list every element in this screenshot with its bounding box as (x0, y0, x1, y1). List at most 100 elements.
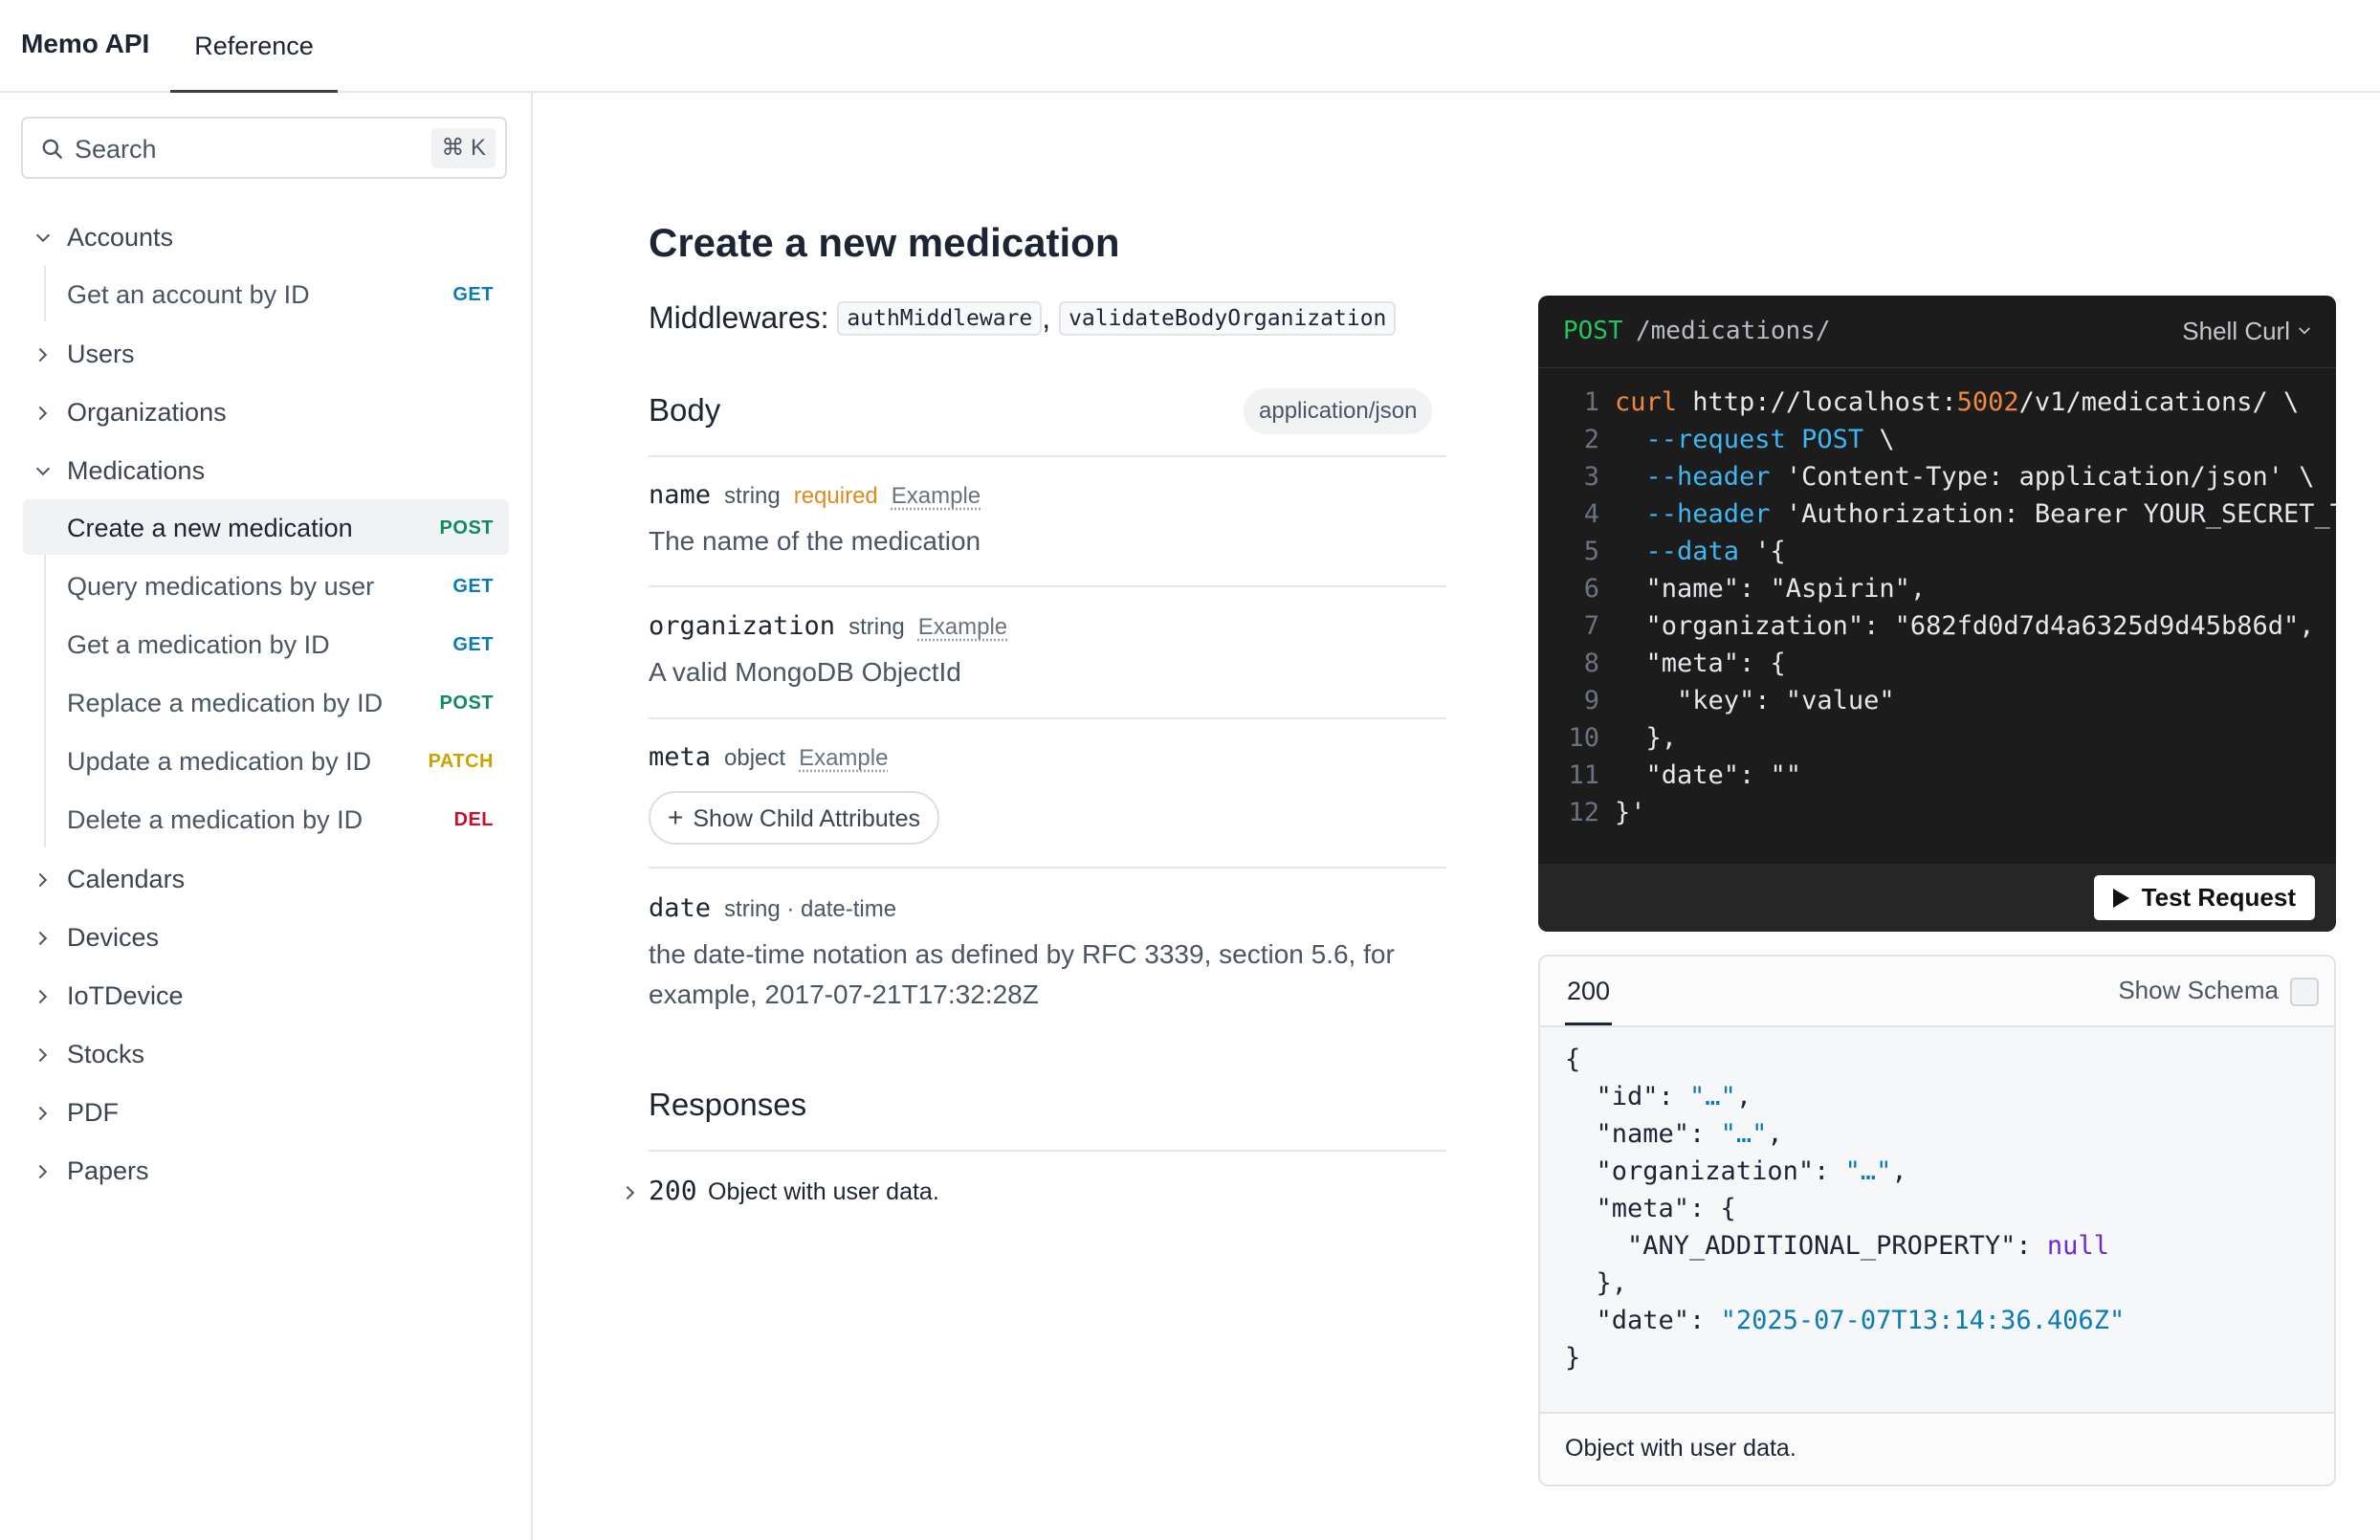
sidebar-item-get-account[interactable]: Get an account by ID GET (23, 266, 509, 321)
sidebar-item-create-medication[interactable]: Create a new medication POST (23, 499, 509, 555)
tab-status-200[interactable]: 200 (1565, 957, 1613, 1025)
response-description: Object with user data. (708, 1178, 939, 1205)
param-key: date (649, 893, 712, 923)
json-line: }, (1565, 1265, 1628, 1302)
response-panel-footer: Object with user data. (1540, 1412, 2334, 1485)
code-token: '{ (1739, 537, 1786, 566)
method-badge: GET (452, 576, 494, 597)
sidebar-group-label: Users (67, 340, 135, 368)
json-line: "date": "2025-07-07T13:14:36.406Z" (1565, 1302, 2126, 1339)
code-token: POST (1785, 425, 1864, 454)
code-token: "meta": { (1615, 649, 1786, 678)
code-token: 5002 (1956, 387, 2019, 417)
sidebar-item-query-medications[interactable]: Query medications by user GET (23, 558, 509, 613)
sidebar-group-devices[interactable]: Devices (29, 913, 517, 961)
request-panel-footer: Test Request (1538, 864, 2336, 932)
json-line: "name": "…", (1565, 1115, 1783, 1153)
json-token: "meta": { (1565, 1194, 1736, 1223)
json-token: "…" (1720, 1119, 1768, 1149)
param-description: The name of the medication (649, 526, 981, 556)
plus-icon: + (668, 803, 684, 832)
search-input[interactable]: Search ⌘ K (21, 117, 507, 179)
divider (649, 585, 1446, 587)
sidebar-group-papers[interactable]: Papers (29, 1147, 517, 1195)
sidebar-group-label: Papers (67, 1156, 149, 1185)
sidebar-item-replace-medication[interactable]: Replace a medication by ID POST (23, 674, 509, 730)
response-panel-header: 200 Show Schema (1540, 957, 2334, 1027)
sidebar-group-iotdevice[interactable]: IoTDevice (29, 972, 517, 1020)
sidebar-group-label: Devices (67, 923, 160, 952)
example-link[interactable]: Example (918, 614, 1007, 640)
page-title: Create a new medication (649, 220, 1120, 265)
line-number: 2 (1583, 425, 1599, 454)
json-token: { (1565, 1045, 1581, 1074)
chevron-right-icon (38, 872, 48, 888)
sidebar-group-users[interactable]: Users (29, 330, 517, 378)
param-organization: organization string Example A valid MongoD… (649, 611, 1446, 693)
sidebar-item-update-medication[interactable]: Update a medication by ID PATCH (23, 733, 509, 788)
middleware-chip: authMiddleware (837, 301, 1043, 336)
language-select[interactable]: Shell Curl (2182, 317, 2313, 346)
search-placeholder: Search (75, 135, 157, 164)
line-number: 1 (1583, 387, 1599, 417)
chevron-right-icon (38, 931, 48, 946)
sidebar-group-organizations[interactable]: Organizations (29, 388, 517, 436)
show-schema-checkbox[interactable] (2290, 978, 2319, 1006)
top-bar: Memo API Reference (0, 0, 2380, 93)
sidebar-group-stocks[interactable]: Stocks (29, 1030, 517, 1078)
responses-section-title: Responses (649, 1087, 807, 1122)
button-label: Test Request (2141, 883, 2296, 912)
example-link[interactable]: Example (799, 745, 888, 771)
sidebar-group-calendars[interactable]: Calendars (29, 855, 517, 903)
sidebar-group-label: Medications (67, 456, 206, 485)
required-badge: required (793, 483, 878, 509)
json-line: "ANY_ADDITIONAL_PROPERTY": null (1565, 1227, 2109, 1265)
chevron-right-icon (38, 1164, 48, 1179)
test-request-button[interactable]: Test Request (2093, 875, 2315, 920)
json-token: "ANY_ADDITIONAL_PROPERTY": (1565, 1231, 2047, 1261)
sidebar-item-get-medication[interactable]: Get a medication by ID GET (23, 616, 509, 671)
middleware-chip: validateBodyOrganization (1059, 301, 1397, 336)
json-token: , (1891, 1156, 1907, 1186)
play-icon (2112, 889, 2129, 908)
json-token: }, (1565, 1268, 1628, 1298)
sidebar-group-medications[interactable]: Medications (29, 447, 517, 495)
sidebar-item-delete-medication[interactable]: Delete a medication by ID DEL (23, 791, 509, 847)
json-line: { (1565, 1041, 1580, 1078)
json-token: "…" (1689, 1082, 1736, 1111)
method-badge: PATCH (428, 751, 494, 772)
code-token: }, (1615, 723, 1678, 753)
param-type: object (724, 745, 786, 771)
sidebar-group-label: Accounts (67, 223, 174, 252)
line-number: 6 (1583, 574, 1599, 604)
sidebar-item-label: Create a new medication (67, 514, 353, 542)
brand-title: Memo API (21, 29, 150, 58)
show-schema-label[interactable]: Show Schema (2118, 976, 2279, 1005)
divider (649, 867, 1446, 869)
request-path: /medications/ (1636, 317, 1831, 345)
param-name: name string required Example The name of th… (649, 480, 1446, 561)
line-number: 5 (1583, 537, 1599, 566)
param-description: the date-time notation as defined by RFC… (649, 939, 1395, 1009)
response-code: 200 (649, 1175, 697, 1206)
code-token: "organization": "682fd0d7d4a6325d9d45b86… (1615, 611, 2315, 641)
json-token: "…" (1844, 1156, 1892, 1186)
chevron-right-icon (38, 347, 48, 363)
sidebar-group-label: PDF (67, 1098, 119, 1127)
tab-reference[interactable]: Reference (170, 0, 338, 93)
sidebar-item-label: Get a medication by ID (67, 630, 330, 659)
json-token: } (1565, 1343, 1581, 1373)
code-token: "key": "value" (1615, 686, 1895, 715)
json-token: "name": (1565, 1119, 1721, 1149)
json-line: } (1565, 1339, 1580, 1376)
show-child-attributes-button[interactable]: + Show Child Attributes (649, 791, 939, 845)
chevron-down-icon (35, 467, 51, 476)
sidebar-group-accounts[interactable]: Accounts (29, 213, 517, 261)
code-token: --header (1615, 462, 1771, 492)
json-token: "2025-07-07T13:14:36.406Z" (1720, 1306, 2126, 1335)
line-number: 12 (1568, 798, 1599, 827)
sidebar-group-pdf[interactable]: PDF (29, 1089, 517, 1136)
method-badge: GET (452, 284, 494, 305)
example-link[interactable]: Example (892, 483, 981, 509)
code-token: curl (1615, 387, 1678, 417)
